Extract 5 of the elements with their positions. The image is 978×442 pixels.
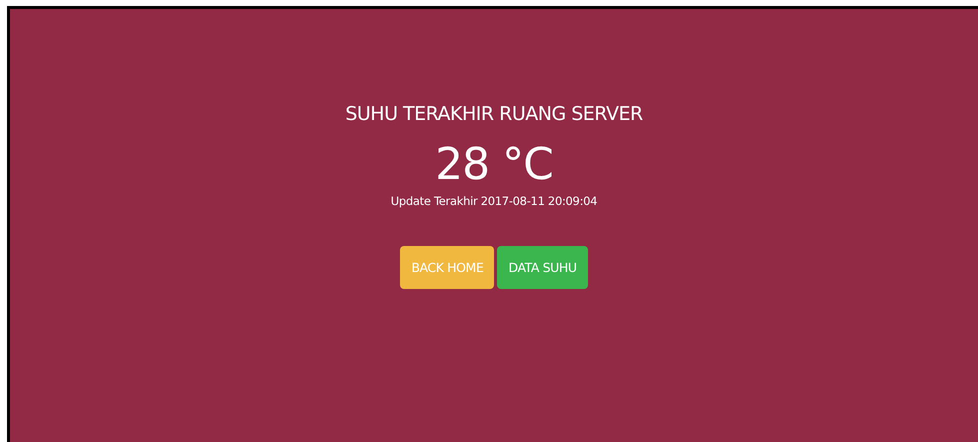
temperature-value: 28 °C — [435, 141, 553, 189]
back-home-button[interactable]: BACK HOME — [400, 246, 494, 289]
update-timestamp: Update Terakhir 2017-08-11 20:09:04 — [390, 194, 598, 208]
page-title: SUHU TERAKHIR RUANG SERVER — [345, 103, 643, 125]
data-button[interactable]: DATA SUHU — [497, 246, 588, 289]
